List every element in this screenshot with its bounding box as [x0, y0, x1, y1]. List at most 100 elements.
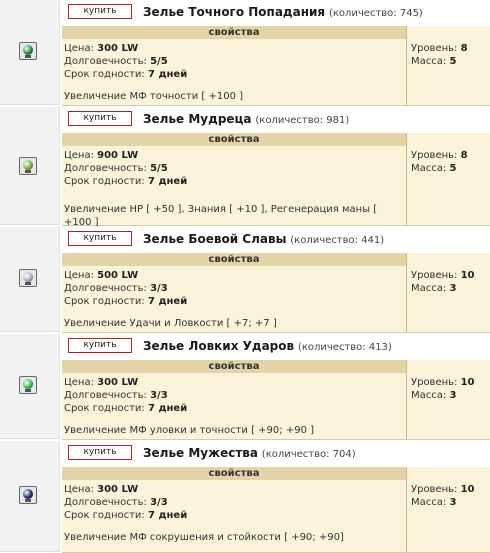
item-requirements: Уровень: 8 Масса: 5: [411, 42, 468, 68]
item-properties: свойства Цена: 300 LW Долговечность: 3/3 Ср…: [62, 360, 490, 440]
item-effects: Увеличение МФ сокрушения и стойкости [ +…: [64, 532, 344, 543]
stat-value: 3/3: [150, 283, 168, 294]
req-value: 8: [460, 43, 468, 54]
properties-header: свойства: [62, 467, 406, 480]
column-divider: [406, 360, 407, 439]
shop-item: купить Зелье Мудреца (количество: 981) сво…: [0, 107, 490, 228]
gray-potion-icon[interactable]: [19, 269, 37, 287]
shop-item: купить Зелье Мужества (количество: 704) св…: [0, 441, 490, 553]
item-title: Зелье Точного Попадания (количество: 745…: [143, 5, 423, 21]
green-potion-icon[interactable]: [19, 42, 37, 60]
properties-header: свойства: [62, 26, 406, 39]
item-header: купить Зелье Ловких Ударов (количество: 4…: [62, 334, 490, 360]
req-label: Масса:: [411, 163, 447, 174]
column-divider: [406, 467, 407, 552]
stat-label: Срок годности:: [64, 510, 145, 521]
req-value: 3: [449, 390, 457, 401]
item-header: купить Зелье Боевой Славы (количество: 44…: [62, 227, 490, 253]
stat-value: 5/5: [150, 163, 168, 174]
stat-price: Цена: 900 LW: [64, 149, 399, 162]
item-effects: Увеличение Удачи и Ловкости [ +7; +7 ]: [64, 318, 277, 329]
req-label: Уровень:: [411, 270, 458, 281]
stat-label: Цена:: [64, 150, 94, 161]
req-label: Уровень:: [411, 43, 458, 54]
stat-durability: Долговечность: 5/5: [64, 55, 399, 68]
buy-button[interactable]: купить: [68, 231, 132, 246]
buy-button[interactable]: купить: [68, 4, 132, 19]
item-effects: Увеличение МФ уловки и точности [ +90; +…: [64, 425, 315, 436]
item-requirements: Уровень: 10 Масса: 3: [411, 483, 475, 509]
item-quantity: (количество: 413): [297, 342, 392, 353]
req-value: 3: [449, 283, 457, 294]
stat-value: 3/3: [150, 497, 168, 508]
req-value: 5: [449, 163, 457, 174]
item-properties: свойства Цена: 300 LW Долговечность: 3/3 Ср…: [62, 467, 490, 553]
stat-durability: Долговечность: 5/5: [64, 162, 399, 175]
req-label: Уровень:: [411, 377, 458, 388]
potion-stand: [25, 389, 31, 392]
item-properties: свойства Цена: 900 LW Долговечность: 5/5 Ср…: [62, 133, 490, 228]
item-title: Зелье Мужества (количество: 704): [143, 446, 356, 462]
item-stats: Цена: 500 LW Долговечность: 3/3 Срок годно…: [64, 269, 399, 308]
buy-button[interactable]: купить: [68, 445, 132, 460]
req-level: Уровень: 10: [411, 376, 475, 389]
stat-label: Цена:: [64, 484, 94, 495]
req-level: Уровень: 8: [411, 149, 468, 162]
stat-value: 300 LW: [97, 377, 139, 388]
req-mass: Масса: 3: [411, 496, 475, 509]
item-title: Зелье Ловких Ударов (количество: 413): [143, 339, 392, 355]
req-value: 10: [460, 377, 475, 388]
buy-button[interactable]: купить: [68, 111, 132, 126]
dark-blue-potion-icon[interactable]: [19, 486, 37, 504]
item-properties: свойства Цена: 500 LW Долговечность: 3/3 Ср…: [62, 253, 490, 333]
item-name: Зелье Мудреца: [143, 112, 252, 126]
shop-item: купить Зелье Боевой Славы (количество: 44…: [0, 227, 490, 333]
bright-green-potion-icon[interactable]: [19, 376, 37, 394]
properties-header: свойства: [62, 133, 406, 146]
icon-cell: [0, 227, 60, 332]
req-label: Масса:: [411, 283, 447, 294]
shop-item: купить Зелье Точного Попадания (количеств…: [0, 0, 490, 106]
item-header: купить Зелье Точного Попадания (количеств…: [62, 0, 490, 26]
item-name: Зелье Точного Попадания: [143, 5, 326, 19]
stat-label: Долговечность:: [64, 56, 147, 67]
item-header: купить Зелье Мудреца (количество: 981): [62, 107, 490, 133]
req-label: Уровень:: [411, 484, 458, 495]
potion-flask: [23, 160, 33, 170]
stat-label: Срок годности:: [64, 176, 145, 187]
buy-button[interactable]: купить: [68, 338, 132, 353]
potion-stand: [25, 55, 31, 58]
potion-flask: [23, 272, 33, 282]
icon-cell: [0, 441, 60, 552]
stat-value: 300 LW: [97, 43, 139, 54]
req-value: 8: [460, 150, 468, 161]
leaf-potion-icon[interactable]: [19, 157, 37, 175]
stat-value: 500 LW: [97, 270, 139, 281]
stat-label: Цена:: [64, 270, 94, 281]
potion-stand: [25, 282, 31, 285]
properties-header: свойства: [62, 360, 406, 373]
item-stats: Цена: 300 LW Долговечность: 3/3 Срок годно…: [64, 376, 399, 415]
icon-cell: [0, 334, 60, 439]
req-mass: Масса: 3: [411, 389, 475, 402]
stat-durability: Долговечность: 3/3: [64, 389, 399, 402]
stat-expiry: Срок годности: 7 дней: [64, 402, 399, 415]
stat-expiry: Срок годности: 7 дней: [64, 68, 399, 81]
stat-label: Долговечность:: [64, 390, 147, 401]
stat-value: 300 LW: [97, 484, 139, 495]
stat-value: 7 дней: [148, 69, 188, 80]
potion-flask: [23, 489, 33, 499]
column-divider: [406, 253, 407, 332]
icon-cell: [0, 107, 60, 225]
item-quantity: (количество: 704): [261, 449, 356, 460]
item-stats: Цена: 300 LW Долговечность: 3/3 Срок годно…: [64, 483, 399, 522]
stat-label: Долговечность:: [64, 497, 147, 508]
stat-value: 7 дней: [148, 176, 188, 187]
potion-flask: [23, 379, 33, 389]
req-value: 3: [449, 497, 457, 508]
stat-price: Цена: 300 LW: [64, 376, 399, 389]
req-value: 5: [449, 56, 457, 67]
item-quantity: (количество: 441): [290, 235, 385, 246]
item-properties: свойства Цена: 300 LW Долговечность: 5/5 Ср…: [62, 26, 490, 106]
stat-value: 3/3: [150, 390, 168, 401]
